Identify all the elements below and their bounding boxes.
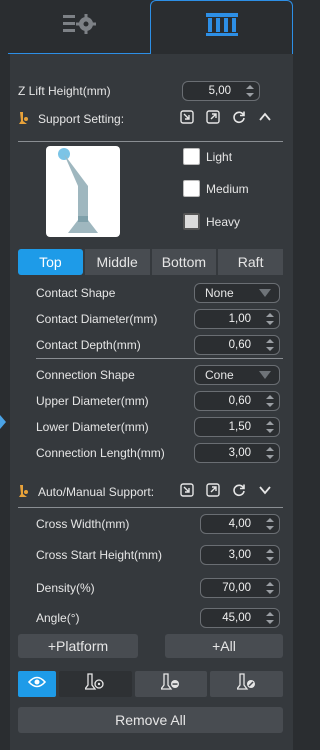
tab-middle[interactable]: Middle xyxy=(84,249,150,275)
visibility-toggle[interactable] xyxy=(18,671,56,697)
import-icon[interactable] xyxy=(180,110,194,124)
checkbox-light[interactable]: Light xyxy=(183,148,232,165)
reset-icon[interactable] xyxy=(232,110,246,124)
tab-bar xyxy=(0,0,293,54)
checkbox-medium[interactable]: Medium xyxy=(183,180,249,197)
chevron-down-icon[interactable] xyxy=(258,483,272,497)
checkbox-label: Light xyxy=(206,149,233,164)
contact-shape-select[interactable]: None xyxy=(194,283,280,303)
contact-shape-row: Contact Shape None xyxy=(18,281,283,305)
z-lift-row: Z Lift Height(mm) 5,00 xyxy=(18,79,283,103)
contact-shape-value: None xyxy=(205,286,234,300)
contact-diameter-row: Contact Diameter(mm) 1,00 xyxy=(18,307,283,331)
auto-support-actions xyxy=(180,483,272,497)
support-setting-actions xyxy=(180,110,272,124)
cross-start-height-row: Cross Start Height(mm) 3,00 xyxy=(18,543,283,567)
remove-support-tool[interactable] xyxy=(134,671,208,697)
z-lift-value: 5,00 xyxy=(208,85,231,97)
eye-icon xyxy=(27,675,47,693)
support-add-icon xyxy=(84,672,105,696)
tab-settings[interactable] xyxy=(8,0,150,54)
connection-length-input[interactable]: 3,00 xyxy=(194,443,280,463)
cross-start-height-input[interactable]: 3,00 xyxy=(200,545,280,565)
support-pillars-icon xyxy=(204,11,240,44)
connection-shape-value: Cone xyxy=(205,368,234,382)
checkbox-box-checked[interactable] xyxy=(183,213,200,230)
density-input[interactable]: 70,00 xyxy=(200,578,280,598)
contact-diameter-value: 1,00 xyxy=(228,313,251,325)
support-toolbar xyxy=(18,671,284,697)
edit-support-tool[interactable] xyxy=(210,671,284,697)
connection-shape-select[interactable]: Cone xyxy=(194,365,280,385)
density-value: 70,00 xyxy=(222,582,251,594)
angle-input[interactable]: 45,00 xyxy=(200,608,280,628)
cross-width-value: 4,00 xyxy=(228,518,251,530)
lower-diameter-input[interactable]: 1,50 xyxy=(194,417,280,437)
checkbox-heavy[interactable]: Heavy xyxy=(183,213,240,230)
checkbox-label: Medium xyxy=(206,181,249,196)
upper-diameter-value: 0,60 xyxy=(228,395,251,407)
spin-arrows-icon[interactable] xyxy=(265,394,275,408)
lower-diameter-value: 1,50 xyxy=(228,421,251,433)
divider xyxy=(18,507,283,508)
auto-support-title: Auto/Manual Support: xyxy=(38,485,155,499)
checkbox-label: Heavy xyxy=(206,214,241,229)
contact-depth-input[interactable]: 0,60 xyxy=(194,335,280,355)
divider xyxy=(36,358,283,359)
angle-row: Angle(°) 45,00 xyxy=(18,606,283,630)
contact-diameter-input[interactable]: 1,00 xyxy=(194,309,280,329)
upper-diameter-input[interactable]: 0,60 xyxy=(194,391,280,411)
support-remove-icon xyxy=(159,672,181,696)
chevron-up-icon[interactable] xyxy=(258,110,272,124)
spin-arrows-icon[interactable] xyxy=(265,338,275,352)
export-icon[interactable] xyxy=(206,483,220,497)
add-all-button[interactable]: +All xyxy=(165,634,283,658)
tab-top[interactable]: Top xyxy=(18,249,83,275)
import-icon[interactable] xyxy=(180,483,194,497)
divider xyxy=(18,141,283,142)
cross-width-row: Cross Width(mm) 4,00 xyxy=(18,512,283,536)
list-gear-icon xyxy=(62,12,96,41)
dropdown-arrow-icon xyxy=(259,371,271,379)
spin-arrows-icon[interactable] xyxy=(265,611,275,625)
collapse-handle[interactable] xyxy=(0,415,6,429)
checkbox-box[interactable] xyxy=(183,148,200,165)
angle-value: 45,00 xyxy=(222,612,251,624)
tab-raft[interactable]: Raft xyxy=(218,249,283,275)
tab-support[interactable] xyxy=(150,0,293,54)
spin-arrows-icon[interactable] xyxy=(265,581,275,595)
export-icon[interactable] xyxy=(206,110,220,124)
spin-arrows-icon[interactable] xyxy=(265,446,275,460)
checkbox-box[interactable] xyxy=(183,180,200,197)
support-part-tabs: Top Middle Bottom Raft xyxy=(18,249,283,275)
connection-length-value: 3,00 xyxy=(228,447,251,459)
spin-arrows-icon[interactable] xyxy=(265,312,275,326)
auto-support-icon xyxy=(18,484,30,501)
add-platform-button[interactable]: +Platform xyxy=(18,634,138,658)
connection-shape-row: Connection Shape Cone xyxy=(18,363,283,387)
support-setting-icon xyxy=(18,111,30,128)
contact-depth-row: Contact Depth(mm) 0,60 xyxy=(18,333,283,357)
contact-depth-value: 0,60 xyxy=(228,339,251,351)
spin-arrows-icon[interactable] xyxy=(265,420,275,434)
z-lift-input[interactable]: 5,00 xyxy=(182,81,260,101)
support-setting-title: Support Setting: xyxy=(38,112,125,126)
add-support-tool[interactable] xyxy=(59,671,132,697)
cross-width-input[interactable]: 4,00 xyxy=(200,514,280,534)
connection-length-row: Connection Length(mm) 3,00 xyxy=(18,441,283,465)
support-edit-icon xyxy=(235,672,257,696)
support-preview-image xyxy=(46,146,120,237)
reset-icon[interactable] xyxy=(232,483,246,497)
upper-diameter-row: Upper Diameter(mm) 0,60 xyxy=(18,389,283,413)
density-row: Density(%) 70,00 xyxy=(18,576,283,600)
remove-all-button[interactable]: Remove All xyxy=(18,707,283,733)
spin-arrows-icon[interactable] xyxy=(245,84,255,98)
spin-arrows-icon[interactable] xyxy=(265,548,275,562)
cross-start-height-value: 3,00 xyxy=(228,549,251,561)
dropdown-arrow-icon xyxy=(259,289,271,297)
tab-bottom[interactable]: Bottom xyxy=(151,249,217,275)
lower-diameter-row: Lower Diameter(mm) 1,50 xyxy=(18,415,283,439)
spin-arrows-icon[interactable] xyxy=(265,517,275,531)
